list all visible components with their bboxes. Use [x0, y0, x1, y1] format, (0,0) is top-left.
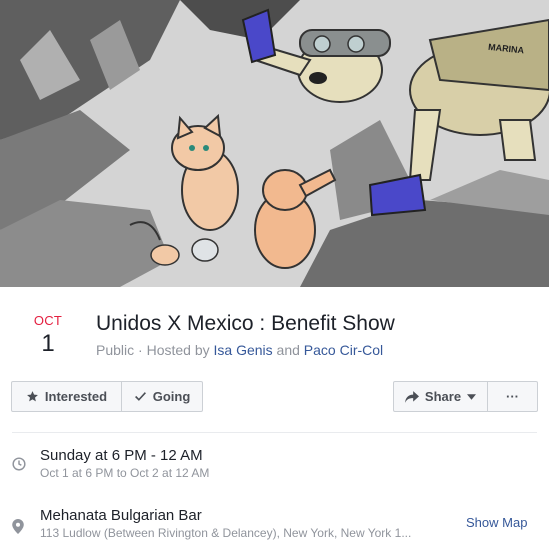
divider: [12, 432, 537, 433]
hosted-by-label: · Hosted by: [134, 342, 214, 358]
event-cover-image[interactable]: MARINA: [0, 0, 549, 287]
host-link-isa-genis[interactable]: Isa Genis: [214, 342, 273, 358]
event-month: OCT: [33, 313, 63, 328]
going-button[interactable]: Going: [121, 381, 203, 412]
event-venue-address: 113 Ludlow (Between Rivington & Delancey…: [40, 526, 412, 540]
event-privacy: Public: [96, 342, 135, 358]
event-date-badge: OCT 1: [24, 313, 72, 358]
cover-illustration: MARINA: [0, 0, 549, 287]
event-time-primary: Sunday at 6 PM - 12 AM: [40, 447, 203, 464]
event-venue-name: Mehanata Bulgarian Bar: [40, 507, 202, 524]
interested-label: Interested: [44, 389, 108, 404]
clock-icon: [12, 457, 26, 476]
more-options-button[interactable]: ···: [487, 381, 538, 412]
event-time-secondary: Oct 1 at 6 PM to Oct 2 at 12 AM: [40, 466, 210, 480]
event-title: Unidos X Mexico : Benefit Show: [96, 312, 395, 335]
map-pin-icon: [12, 519, 24, 539]
interested-button[interactable]: Interested: [11, 381, 122, 412]
checkmark-icon: [134, 390, 147, 403]
host-link-paco-cir-col[interactable]: Paco Cir-Col: [304, 342, 383, 358]
event-day: 1: [41, 330, 55, 357]
event-time-row[interactable]: Sunday at 6 PM - 12 AM Oct 1 at 6 PM to …: [0, 445, 549, 490]
show-map-link[interactable]: Show Map: [466, 515, 527, 530]
event-meta: Public · Hosted by Isa Genis and Paco Ci…: [96, 342, 383, 358]
share-arrow-icon: [404, 390, 419, 403]
caret-down-icon: [467, 393, 477, 400]
event-location-row[interactable]: Mehanata Bulgarian Bar 113 Ludlow (Betwe…: [0, 505, 549, 550]
event-header: OCT 1 Unidos X Mexico : Benefit Show Pub…: [0, 287, 549, 377]
event-actions: Interested Going Share ···: [0, 381, 549, 415]
going-label: Going: [152, 389, 191, 404]
host-conjunction: and: [272, 342, 304, 358]
share-label: Share: [424, 389, 462, 404]
share-button[interactable]: Share: [393, 381, 488, 412]
star-icon: [26, 390, 39, 403]
